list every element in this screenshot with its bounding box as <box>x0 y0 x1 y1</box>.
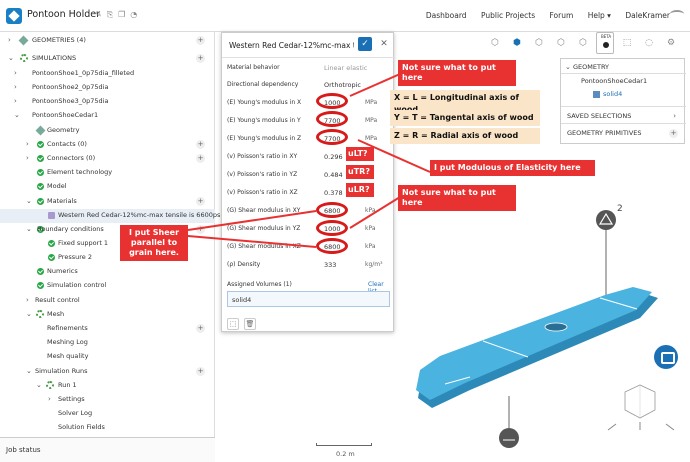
confirm-button[interactable]: ✓ <box>358 37 372 51</box>
assigned-volumes-list[interactable]: solid4 <box>227 291 390 307</box>
density-label: (ρ) Density <box>227 261 261 268</box>
youngs-x-unit[interactable]: MPa <box>365 99 377 106</box>
youngs-y-label: (E) Young's modulus in Y <box>227 117 301 124</box>
orientation-cube-icon[interactable] <box>607 384 675 431</box>
poisson-xz-input[interactable]: 0.378 <box>324 189 343 197</box>
highlight-ring <box>316 202 348 218</box>
highlight-ring <box>316 129 348 145</box>
divider <box>222 57 395 58</box>
directional-dependency-select[interactable]: Orthotropic <box>324 81 361 89</box>
shear-xz-label: (G) Shear modulus in XZ <box>227 243 301 250</box>
annotation-axis-z: Z = R = Radial axis of wood <box>390 128 540 144</box>
annotation-not-sure-1: Not sure what to put here <box>398 60 516 86</box>
poisson-yz-input[interactable]: 0.484 <box>324 171 343 179</box>
scale-label: 0.2 m <box>336 450 355 458</box>
scale-bar <box>316 443 372 446</box>
shear-xy-unit[interactable]: kPa <box>365 207 376 214</box>
material-behavior-select[interactable]: Linear elastic <box>324 64 367 72</box>
youngs-y-unit[interactable]: MPa <box>365 117 377 124</box>
annotation-modulus-note: I put Modulous of Elasticity here <box>430 160 595 176</box>
highlight-ring <box>316 93 348 109</box>
poisson-yz-label: (v) Poisson's ratio in YZ <box>227 171 298 178</box>
youngs-z-unit[interactable]: MPa <box>365 135 377 142</box>
poisson-xy-input[interactable]: 0.296 <box>324 153 343 161</box>
highlight-ring <box>316 111 348 127</box>
assigned-volumes-label: Assigned Volumes (1) <box>227 281 292 288</box>
annotation-mu-lr: uLR? <box>346 183 374 197</box>
annotation-mu-tr: uTR? <box>346 165 374 179</box>
poisson-xz-label: (v) Poisson's ratio in XZ <box>227 189 298 196</box>
density-input[interactable]: 333 <box>324 261 336 269</box>
select-volume-icon[interactable]: ⬚ <box>227 318 239 330</box>
material-dialog: Western Red Cedar-12%mc-max ten ✓ ✕ Mate… <box>221 32 395 332</box>
annotation-mu-lt: uLT? <box>346 147 374 161</box>
highlight-ring <box>316 238 348 254</box>
fixed-support-icon[interactable] <box>499 428 519 448</box>
shear-yz-unit[interactable]: kPa <box>365 225 376 232</box>
highlight-ring <box>316 220 348 236</box>
delete-icon[interactable]: 🗑 <box>244 318 256 330</box>
youngs-x-label: (E) Young's modulus in X <box>227 99 302 106</box>
close-icon[interactable]: ✕ <box>377 37 391 51</box>
pontoon-hole <box>544 322 568 332</box>
shear-xz-unit[interactable]: kPa <box>365 243 376 250</box>
shear-xy-label: (G) Shear modulus in XY <box>227 207 301 214</box>
density-unit[interactable]: kg/m³ <box>365 261 383 268</box>
chat-icon[interactable] <box>654 345 678 369</box>
pontoon-top[interactable] <box>416 287 652 400</box>
load-marker-count: 2 <box>617 204 623 214</box>
annotation-not-sure-2: Not sure what to put here <box>398 185 516 211</box>
material-dialog-title[interactable]: Western Red Cedar-12%mc-max ten <box>229 41 354 50</box>
directional-dependency-label: Directional dependency <box>227 81 299 88</box>
annotation-sheer-note: I put Sheer parallel to grain here. <box>120 225 188 261</box>
shear-yz-label: (G) Shear modulus in YZ <box>227 225 301 232</box>
material-behavior-label: Material behavior <box>227 64 280 71</box>
poisson-xy-label: (v) Poisson's ratio in XY <box>227 153 298 160</box>
annotation-axis-y: Y = T = Tangental axis of wood <box>390 110 540 126</box>
assigned-volume-item[interactable]: solid4 <box>232 296 251 304</box>
youngs-z-label: (E) Young's modulus in Z <box>227 135 302 142</box>
